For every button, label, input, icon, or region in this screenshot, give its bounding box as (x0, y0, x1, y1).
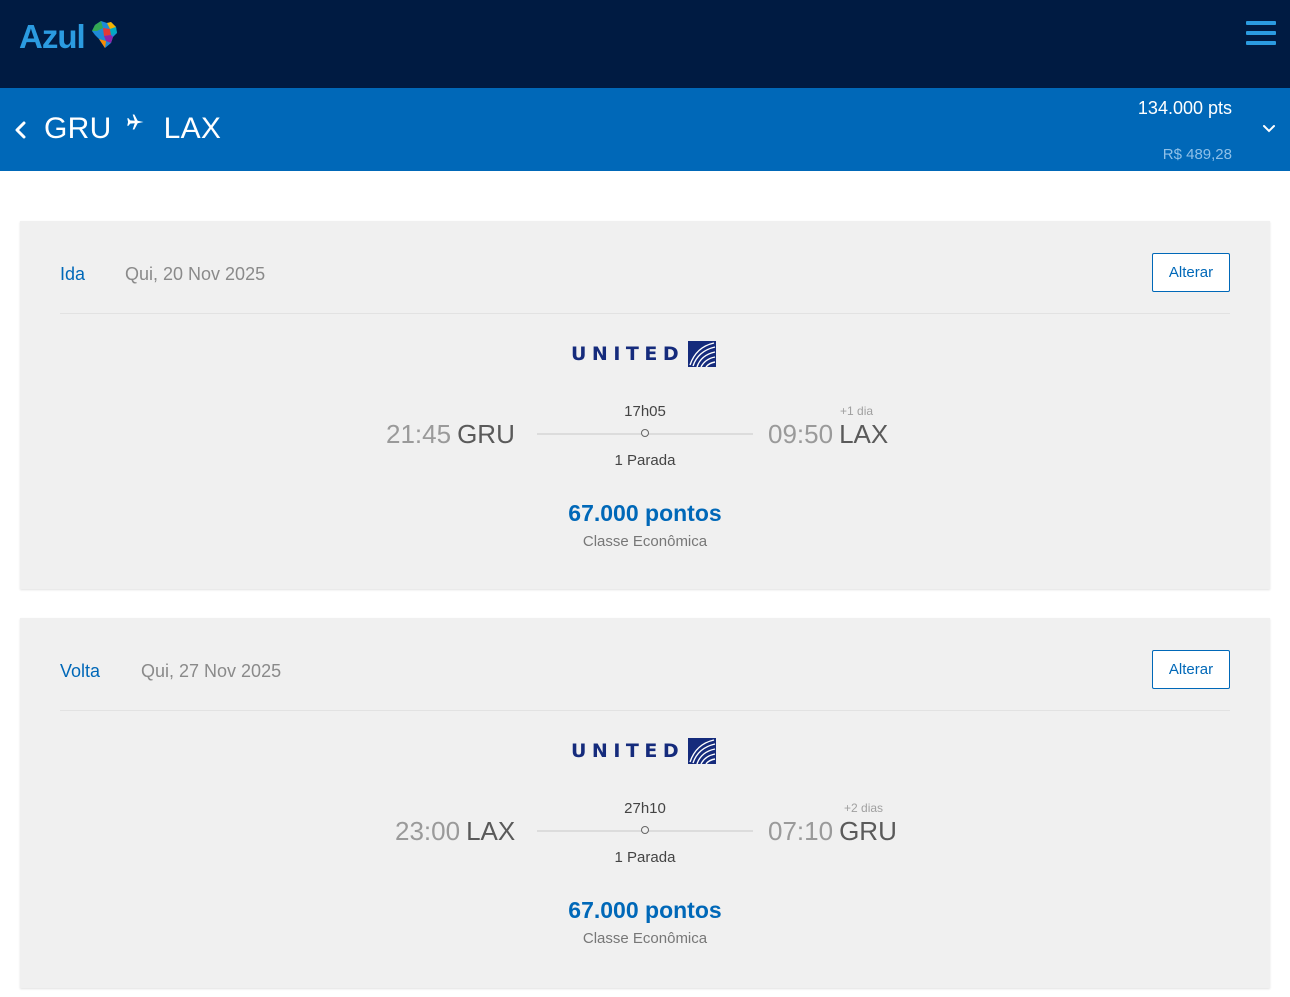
depart-code: GRU (457, 419, 515, 449)
airplane-icon (126, 114, 144, 130)
arrival: 09:50 LAX (768, 419, 888, 450)
united-logo: UNITED (571, 341, 717, 367)
menu-bar (1246, 21, 1276, 25)
price-summary[interactable]: 134.000 pts R$ 489,28 (1138, 98, 1232, 163)
cabin-class: Classe Econômica (582, 930, 708, 947)
depart-time: 23:00 (395, 816, 461, 846)
united-globe-icon (688, 341, 717, 367)
day-shift: +2 dias (844, 801, 884, 815)
arrive-time: 09:50 (768, 419, 834, 449)
united-globe-icon (688, 738, 717, 764)
route-title: GRU LAX (44, 112, 221, 146)
chevron-down-icon[interactable] (1262, 124, 1276, 134)
flight-duration: 17h05 (624, 403, 666, 420)
airline-name: UNITED (571, 740, 685, 762)
arrive-code: GRU (839, 816, 897, 846)
hamburger-menu-button[interactable] (1246, 21, 1276, 47)
total-price-brl: R$ 489,28 (1162, 146, 1232, 163)
airline-name: UNITED (571, 343, 685, 365)
card-header: Volta Qui, 27 Nov 2025 Alterar (60, 618, 1230, 711)
depart-time: 21:45 (386, 419, 452, 449)
top-nav: Azul (0, 0, 1290, 88)
stop-dot-icon (641, 429, 649, 437)
stops-count: 1 Parada (614, 849, 676, 866)
stops-count: 1 Parada (614, 452, 676, 469)
logo-text: Azul (19, 18, 86, 55)
day-shift: +1 dia (840, 404, 874, 418)
azul-logo[interactable]: Azul (19, 18, 119, 56)
departure: 21:45 GRU (386, 419, 515, 450)
menu-bar (1246, 31, 1276, 35)
brazil-map-icon (91, 21, 117, 48)
flight-card-ida: Ida Qui, 20 Nov 2025 Alterar UNITED 21:4… (20, 221, 1270, 589)
stop-dot-icon (641, 826, 649, 834)
chevron-left-icon[interactable] (12, 118, 30, 142)
united-logo: UNITED (571, 738, 717, 764)
arrive-time: 07:10 (768, 816, 834, 846)
depart-code: LAX (466, 816, 516, 846)
leg-label: Ida (60, 264, 86, 284)
leg-date: Qui, 20 Nov 2025 (125, 264, 266, 284)
leg-date: Qui, 27 Nov 2025 (141, 661, 282, 681)
menu-bar (1246, 41, 1276, 45)
alter-button[interactable]: Alterar (1152, 650, 1230, 689)
card-header: Ida Qui, 20 Nov 2025 Alterar (60, 221, 1230, 314)
arrive-code: LAX (839, 419, 889, 449)
leg-points: 67.000 pontos (568, 500, 722, 526)
flight-duration: 27h10 (624, 800, 666, 817)
total-points: 134.000 pts (1137, 98, 1232, 118)
arrival: 07:10 GRU (768, 816, 897, 847)
route-bar: GRU LAX 134.000 pts R$ 489,28 (0, 88, 1290, 171)
flight-card-volta: Volta Qui, 27 Nov 2025 Alterar UNITED 23… (20, 618, 1270, 988)
cabin-class: Classe Econômica (582, 533, 708, 550)
departure: 23:00 LAX (395, 816, 515, 847)
leg-points: 67.000 pontos (568, 897, 722, 923)
route-origin: GRU (44, 112, 112, 145)
route-destination: LAX (163, 112, 222, 145)
leg-label: Volta (60, 661, 101, 681)
alter-button[interactable]: Alterar (1152, 253, 1230, 292)
